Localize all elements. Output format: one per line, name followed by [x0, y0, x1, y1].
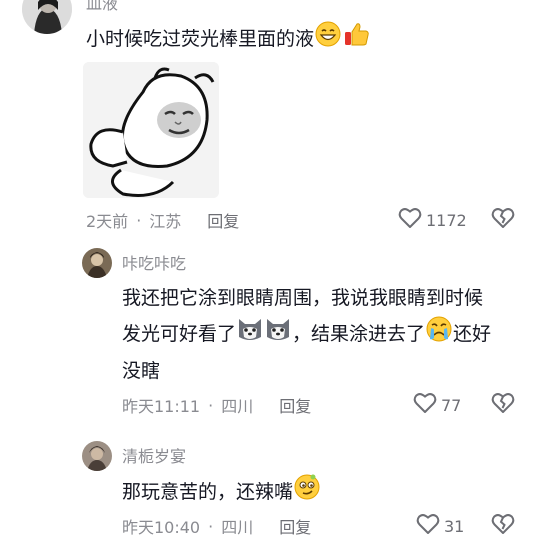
comment-text-content: 那玩意苦的，还辣嘴	[122, 481, 294, 503]
thumbs-up-emoji-icon	[342, 20, 370, 59]
dislike-button[interactable]	[491, 513, 515, 535]
grinning-emoji-icon	[314, 20, 342, 59]
husky-emoji-icon	[264, 315, 292, 354]
comment-date: 昨天11:11	[122, 397, 201, 416]
broken-heart-icon	[491, 208, 515, 233]
smirk-emoji-icon	[293, 473, 321, 512]
username[interactable]: 皿液	[86, 0, 118, 14]
comment-line: 我还把它涂到眼睛周围，我说我眼睛到时候	[122, 287, 484, 309]
comment-line: 发光可好看了 ，结果涂进去了 还好	[122, 315, 532, 354]
comment-text: 我还把它涂到眼睛周围，我说我眼睛到时候 发光可好看了 ，结果涂进去了 还好 没瞎	[122, 281, 532, 388]
comment-meta: 2天前 · 江苏 回复	[86, 208, 239, 232]
meta-separator: ·	[208, 395, 214, 415]
dislike-button[interactable]	[491, 392, 515, 418]
reply-button[interactable]: 回复	[279, 393, 311, 417]
meta-separator: ·	[136, 210, 142, 230]
crying-emoji-icon	[425, 315, 453, 354]
husky-emoji-icon	[236, 315, 264, 354]
comment-line-part: ，结果涂进去了	[292, 323, 426, 345]
like-count: 31	[444, 516, 465, 535]
username[interactable]: 咔吃咔吃	[122, 254, 186, 274]
username[interactable]: 清栀岁宴	[122, 447, 186, 467]
broken-heart-icon	[491, 393, 515, 418]
comment-line: 没瞎	[122, 360, 161, 382]
reply-button[interactable]: 回复	[279, 514, 311, 535]
user-avatar[interactable]	[82, 441, 112, 471]
comment-meta: 昨天11:11 · 四川 回复	[122, 393, 311, 417]
comment-location: 江苏	[149, 212, 182, 231]
like-count: 1172	[426, 210, 467, 230]
comment-date: 昨天10:40	[122, 518, 201, 535]
comment-text-content: 小时候吃过荧光棒里面的液	[86, 28, 315, 50]
heart-outline-icon	[413, 392, 441, 418]
reply-button[interactable]: 回复	[207, 208, 239, 232]
meta-separator: ·	[208, 516, 214, 535]
heart-outline-icon	[398, 207, 426, 233]
like-button[interactable]: 77	[413, 392, 461, 418]
comment-location: 四川	[221, 518, 254, 535]
comment-location: 四川	[221, 397, 254, 416]
comment-line-part: 还好	[453, 323, 492, 345]
like-button[interactable]: 1172	[398, 207, 467, 233]
user-avatar[interactable]	[22, 0, 72, 34]
heart-outline-icon	[416, 513, 444, 535]
comment-line-part: 发光可好看了	[122, 323, 237, 345]
sticker-image[interactable]	[83, 62, 219, 198]
like-button[interactable]: 31	[416, 513, 464, 535]
dislike-button[interactable]	[491, 207, 515, 233]
comment-meta: 昨天10:40 · 四川 回复	[122, 514, 311, 535]
user-avatar[interactable]	[82, 248, 112, 278]
comment-date: 2天前	[86, 212, 129, 231]
broken-heart-icon	[491, 514, 515, 535]
comment-text: 小时候吃过荧光棒里面的液	[86, 20, 370, 59]
comment-text: 那玩意苦的，还辣嘴	[122, 473, 321, 512]
like-count: 77	[441, 395, 462, 415]
